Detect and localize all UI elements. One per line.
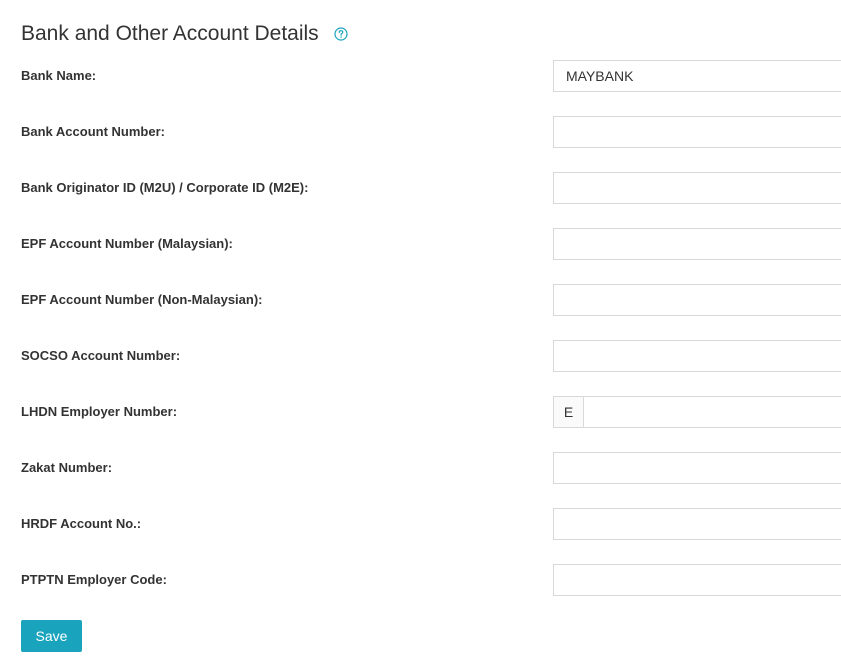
- field-row-lhdn: LHDN Employer Number: E: [0, 396, 841, 428]
- field-row-bank-account-number: Bank Account Number:: [0, 116, 841, 148]
- epf-non-malaysian-input[interactable]: [553, 284, 841, 316]
- field-label: Bank Name:: [21, 68, 97, 83]
- bank-account-number-input[interactable]: [553, 116, 841, 148]
- socso-account-input[interactable]: [553, 340, 841, 372]
- field-label: EPF Account Number (Malaysian):: [21, 236, 233, 251]
- ptptn-employer-code-input[interactable]: [553, 564, 841, 596]
- field-label: Zakat Number:: [21, 460, 113, 475]
- hrdf-account-input[interactable]: [553, 508, 841, 540]
- field-label: SOCSO Account Number:: [21, 348, 181, 363]
- zakat-number-input[interactable]: [553, 452, 841, 484]
- section-header: Bank and Other Account Details: [21, 20, 348, 48]
- field-label: EPF Account Number (Non-Malaysian):: [21, 292, 263, 307]
- field-row-bank-originator-id: Bank Originator ID (M2U) / Corporate ID …: [0, 172, 841, 204]
- account-details-page: Bank and Other Account Details Bank Name…: [0, 0, 841, 659]
- field-row-epf-malaysian: EPF Account Number (Malaysian):: [0, 228, 841, 260]
- bank-originator-id-input[interactable]: [553, 172, 841, 204]
- field-row-epf-non-malaysian: EPF Account Number (Non-Malaysian):: [0, 284, 841, 316]
- field-label: HRDF Account No.:: [21, 516, 142, 531]
- lhdn-employer-number-input[interactable]: [583, 396, 841, 428]
- field-row-hrdf: HRDF Account No.:: [0, 508, 841, 540]
- page-title: Bank and Other Account Details: [21, 22, 319, 45]
- question-circle-icon[interactable]: [334, 27, 348, 41]
- lhdn-prefix-addon: E: [553, 396, 584, 428]
- epf-malaysian-input[interactable]: [553, 228, 841, 260]
- save-button[interactable]: Save: [21, 620, 82, 652]
- field-row-bank-name: Bank Name:: [0, 60, 841, 92]
- question-circle-icon-svg: [334, 27, 348, 41]
- field-label: LHDN Employer Number:: [21, 404, 178, 419]
- bank-name-input[interactable]: [553, 60, 841, 92]
- field-row-socso: SOCSO Account Number:: [0, 340, 841, 372]
- field-label: PTPTN Employer Code:: [21, 572, 167, 587]
- field-label: Bank Account Number:: [21, 124, 165, 139]
- field-row-ptptn: PTPTN Employer Code:: [0, 564, 841, 596]
- field-label: Bank Originator ID (M2U) / Corporate ID …: [21, 180, 309, 195]
- field-row-zakat: Zakat Number:: [0, 452, 841, 484]
